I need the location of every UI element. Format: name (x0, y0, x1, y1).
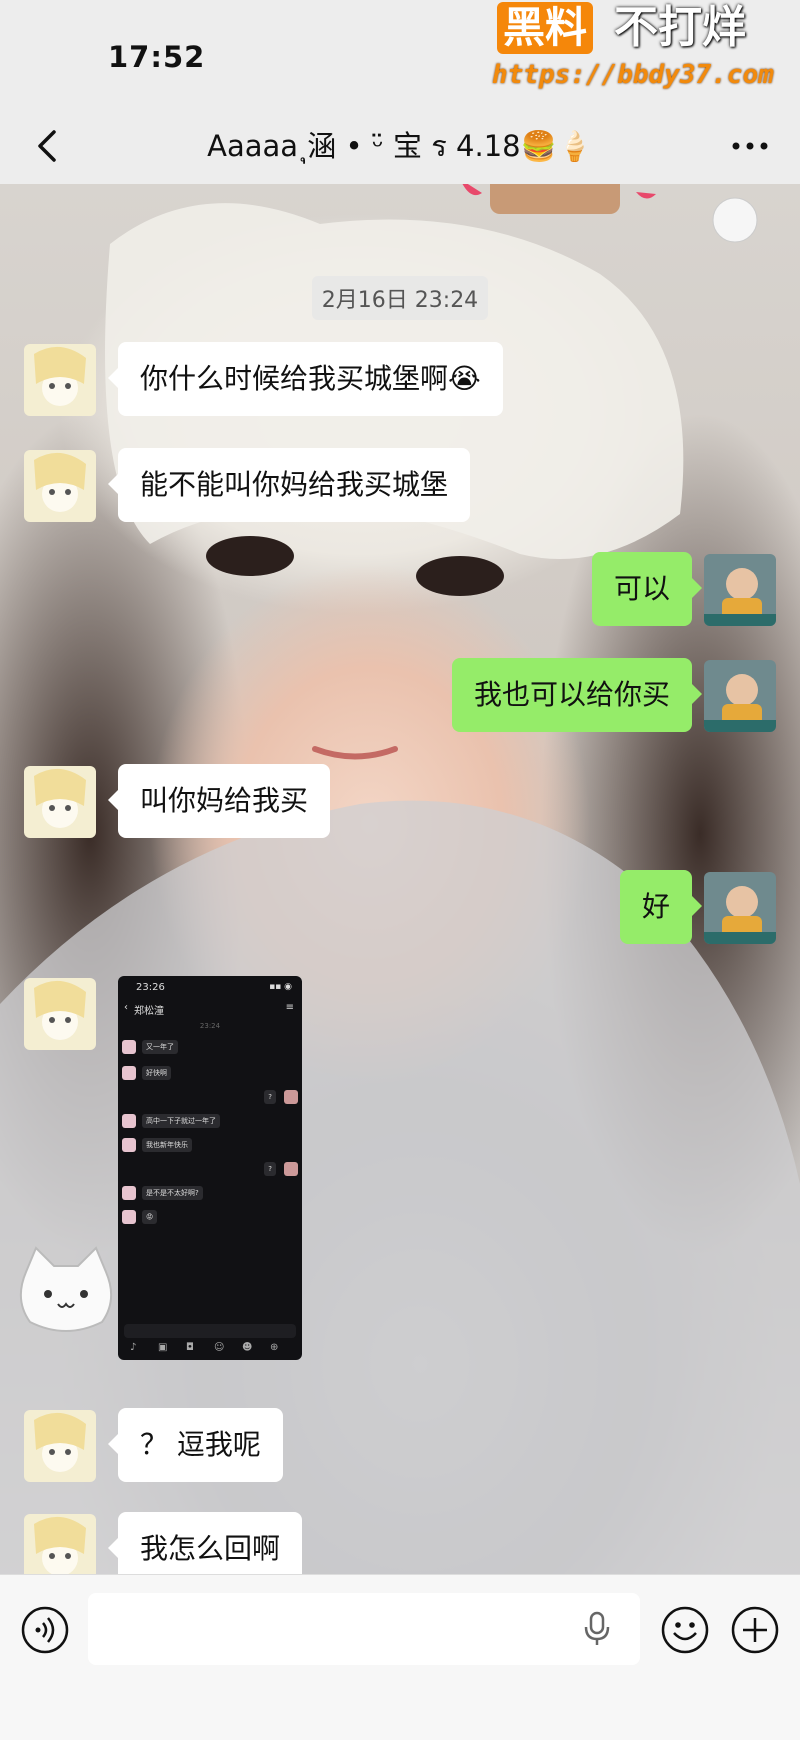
avatar[interactable] (24, 1514, 96, 1574)
voice-icon[interactable] (20, 1605, 70, 1655)
mini-sub-time: 23:24 (199, 1022, 221, 1030)
mini-avatar (122, 1066, 136, 1080)
mini-camera-icon: ◘ (186, 1342, 194, 1353)
avatar[interactable] (24, 344, 96, 416)
mini-bubble: 好快啊 (142, 1066, 171, 1080)
avatar[interactable] (24, 1410, 96, 1482)
mini-contact-name: 郑松潼 (134, 1006, 164, 1017)
mini-bubble: 😡 (142, 1210, 158, 1224)
status-time: 17:52 (108, 40, 206, 74)
chevron-left-icon[interactable] (28, 124, 72, 168)
mini-avatar (122, 1138, 136, 1152)
date-separator: 2月16日 23:24 (0, 276, 800, 320)
mini-avatar (122, 1040, 136, 1054)
microphone-icon[interactable] (580, 1611, 614, 1647)
mini-avatar (122, 1186, 136, 1200)
mini-plus-icon: ⊕ (270, 1342, 279, 1353)
message-bubble[interactable]: 可以 (591, 552, 703, 626)
mini-message: ? (238, 1162, 298, 1178)
message-bubble[interactable]: 我也可以给你买 (451, 658, 703, 732)
avatar[interactable] (24, 450, 96, 522)
avatar[interactable] (704, 660, 776, 732)
message-input[interactable] (88, 1593, 640, 1665)
mini-avatar (284, 1162, 298, 1176)
avatar[interactable] (24, 766, 96, 838)
cat-sticker (19, 1246, 113, 1332)
chat-header: Aaaaa ุ涵 • ᵕ̈ 宝 ร 4.18🍔🍦 (0, 110, 800, 184)
avatar[interactable] (704, 554, 776, 626)
watermark-url: https://bbdy37.com (492, 60, 774, 90)
message-bubble[interactable]: 你什么时候给我买城堡啊😭 (108, 342, 503, 416)
image-message[interactable]: 23:26 ▪▪ ◉ ‹ 郑松潼 ≡ 23:24 又一年了 好快啊 ? 高中一下… (118, 976, 302, 1360)
mini-bubble: 高中一下子就过一年了 (142, 1114, 220, 1128)
more-dots-icon[interactable] (728, 124, 772, 168)
mini-avatar (284, 1090, 298, 1104)
avatar[interactable] (24, 978, 96, 1050)
emoji-icon[interactable] (660, 1605, 710, 1655)
mini-bubble: 又一年了 (142, 1040, 178, 1054)
message-bubble[interactable]: 能不能叫你妈给我买城堡 (107, 448, 471, 522)
watermark-slogan: 不打烊 (614, 2, 746, 53)
message-bubble[interactable]: 好 (619, 870, 703, 944)
message-bubble[interactable]: 我怎么回啊 (107, 1512, 303, 1574)
avatar[interactable] (704, 872, 776, 944)
chat-title: Aaaaa ุ涵 • ᵕ̈ 宝 ร 4.18🍔🍦 (207, 129, 593, 163)
mini-image-icon: ▣ (158, 1342, 168, 1353)
chat-area[interactable]: 2月16日 23:24 你什么时候给我买城堡啊😭 能不能叫你妈给我买城堡 可以 … (0, 184, 800, 1574)
status-bar: 17:52 黑料 不打烊 https://bbdy37.com (0, 0, 800, 110)
message-bubble[interactable]: ？ 逗我呢 (108, 1408, 283, 1482)
mini-avatar (122, 1114, 136, 1128)
input-bar (0, 1574, 800, 1740)
mini-signal-icon: ▪▪ ◉ (269, 982, 292, 992)
mini-status-time: 23:26 (136, 982, 165, 993)
mini-menu-icon: ≡ (285, 1002, 294, 1013)
watermark-brand: 黑料 (497, 2, 594, 54)
mini-bubble: 我也新年快乐 (142, 1138, 192, 1152)
mini-sticker-icon: ☺ (214, 1342, 225, 1353)
mini-bubble: ? (264, 1090, 276, 1104)
mini-bubble: 是不是不太好啊? (142, 1186, 203, 1200)
mini-message: ? (238, 1090, 298, 1106)
mini-avatar (122, 1210, 136, 1224)
message-bubble[interactable]: 叫你妈给我买 (107, 764, 331, 838)
mini-emoji-icon: ☻ (242, 1342, 253, 1353)
mini-mic-icon: ♪ (130, 1342, 137, 1353)
mini-bubble: ? (264, 1162, 276, 1176)
plus-icon[interactable] (730, 1605, 780, 1655)
mini-input-field (124, 1324, 296, 1338)
mini-back-icon: ‹ (124, 1002, 128, 1013)
